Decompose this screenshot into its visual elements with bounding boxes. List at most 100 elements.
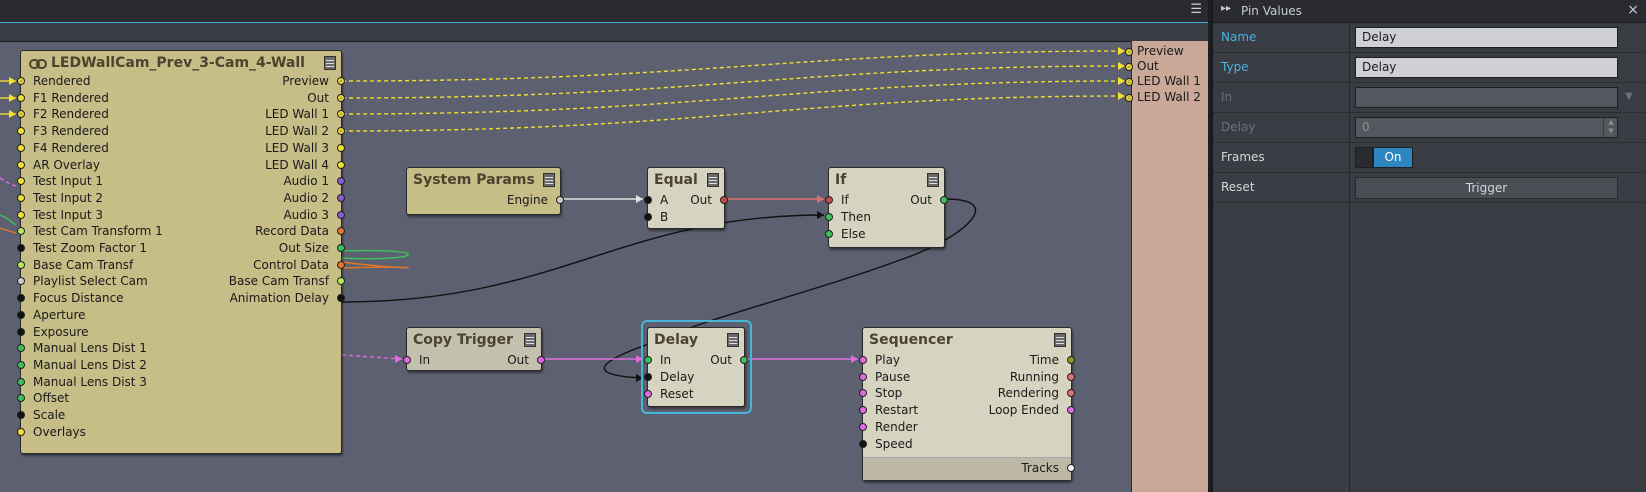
pin-connector[interactable] xyxy=(859,422,867,431)
pin-connector[interactable] xyxy=(337,93,345,102)
pin-connector[interactable] xyxy=(556,196,564,204)
graph-output-pin[interactable]: LED Wall 2 xyxy=(1125,90,1201,104)
pin-input[interactable]: Scale xyxy=(17,407,65,423)
pin-if[interactable]: If xyxy=(825,192,849,208)
pin-connector[interactable] xyxy=(859,439,867,448)
pin-b[interactable]: B xyxy=(644,209,668,225)
node-menu-icon[interactable] xyxy=(524,333,536,347)
pin-connector[interactable] xyxy=(17,310,25,319)
pin-output[interactable]: Out xyxy=(307,90,345,106)
node-copy-trigger[interactable]: Copy Trigger In Out xyxy=(403,327,545,371)
pin-output[interactable]: Out Size xyxy=(279,240,345,256)
node-graph-editor[interactable]: ☰ Preview Out LED Wall 1 LED Wall 2 LEDWall… xyxy=(0,0,1208,492)
pin-connector[interactable] xyxy=(1067,372,1075,381)
pin-input[interactable]: F1 Rendered xyxy=(17,90,109,106)
pin-connector[interactable] xyxy=(337,77,345,85)
pin-output[interactable]: Audio 1 xyxy=(283,173,345,189)
node-if[interactable]: If If Then Else Out xyxy=(825,167,948,248)
pin-input[interactable]: Pause xyxy=(859,369,910,385)
pin-connector[interactable] xyxy=(1125,48,1133,56)
pin-connector[interactable] xyxy=(644,373,652,381)
pin-reset[interactable]: Reset xyxy=(644,386,694,402)
node-ledwallcam[interactable]: LEDWallCam_Prev_3-Cam_4-Wall Rendered F1 … xyxy=(17,50,345,454)
pin-connector[interactable] xyxy=(644,390,652,398)
in-dropdown[interactable] xyxy=(1355,87,1618,108)
pin-connector[interactable] xyxy=(17,360,25,369)
pin-tracks[interactable]: Tracks xyxy=(1021,460,1075,476)
graph-output-pin[interactable]: LED Wall 1 xyxy=(1125,74,1201,88)
pin-output[interactable]: Audio 2 xyxy=(283,190,345,206)
pin-connector[interactable] xyxy=(337,143,345,152)
node-menu-icon[interactable] xyxy=(324,56,336,70)
pin-input[interactable]: AR Overlay xyxy=(17,157,100,173)
pin-input[interactable]: Aperture xyxy=(17,307,86,323)
pin-connector[interactable] xyxy=(337,260,345,269)
type-input[interactable]: Delay xyxy=(1355,57,1618,78)
pin-connector[interactable] xyxy=(17,210,25,219)
pin-input[interactable]: Speed xyxy=(859,436,913,452)
pin-delay[interactable]: Delay xyxy=(644,369,694,385)
pin-input[interactable]: Stop xyxy=(859,385,902,401)
pin-output[interactable]: Audio 3 xyxy=(283,207,345,223)
pin-input[interactable]: Focus Distance xyxy=(17,290,124,306)
pin-connector[interactable] xyxy=(403,356,411,364)
chevron-down-icon[interactable]: ▼ xyxy=(1625,91,1633,102)
pin-output[interactable]: LED Wall 2 xyxy=(265,123,345,139)
pin-connector[interactable] xyxy=(825,196,833,204)
pin-input[interactable]: Test Input 2 xyxy=(17,190,103,206)
pin-connector[interactable] xyxy=(720,196,728,204)
pin-output[interactable]: LED Wall 1 xyxy=(265,106,345,122)
pin-connector[interactable] xyxy=(859,356,867,364)
pin-out[interactable]: Out xyxy=(507,352,545,368)
graph-output-pin[interactable]: Out xyxy=(1125,59,1159,73)
pin-output[interactable]: Animation Delay xyxy=(230,290,345,306)
graph-output-pin[interactable]: Preview xyxy=(1125,44,1184,58)
pin-connector[interactable] xyxy=(17,93,25,102)
pin-connector[interactable] xyxy=(17,277,25,286)
pin-connector[interactable] xyxy=(1125,78,1133,87)
pin-input[interactable]: F3 Rendered xyxy=(17,123,109,139)
pin-input[interactable]: Play xyxy=(859,352,900,368)
pin-engine[interactable]: Engine xyxy=(507,192,564,208)
pin-input[interactable]: Manual Lens Dist 2 xyxy=(17,357,147,373)
pin-input[interactable]: Test Input 3 xyxy=(17,207,103,223)
pin-connector[interactable] xyxy=(644,196,652,204)
pin-connector[interactable] xyxy=(537,356,545,364)
pin-connector[interactable] xyxy=(859,372,867,381)
pin-input[interactable]: Restart xyxy=(859,402,918,418)
pin-output[interactable]: Preview xyxy=(282,73,345,89)
node-menu-icon[interactable] xyxy=(727,333,739,347)
pin-connector[interactable] xyxy=(17,327,25,336)
pin-connector[interactable] xyxy=(644,356,652,364)
pin-connector[interactable] xyxy=(17,377,25,386)
pin-connector[interactable] xyxy=(17,177,25,186)
pin-out[interactable]: Out xyxy=(910,192,948,208)
pin-output[interactable]: LED Wall 3 xyxy=(265,140,345,156)
pin-connector[interactable] xyxy=(740,356,748,364)
pin-output[interactable]: Control Data xyxy=(253,257,345,273)
pin-connector[interactable] xyxy=(17,344,25,353)
frames-toggle-on[interactable]: On xyxy=(1373,147,1413,168)
pin-output[interactable]: Loop Ended xyxy=(989,402,1075,418)
pin-input[interactable]: Manual Lens Dist 3 xyxy=(17,374,147,390)
pin-connector[interactable] xyxy=(337,193,345,202)
pin-input[interactable]: Manual Lens Dist 1 xyxy=(17,340,147,356)
node-sequencer[interactable]: Sequencer Play Pause Stop Restart Render Spee… xyxy=(859,327,1075,481)
pin-connector[interactable] xyxy=(644,213,652,221)
pin-connector[interactable] xyxy=(337,160,345,169)
pin-input[interactable]: Overlays xyxy=(17,424,86,440)
pin-in[interactable]: In xyxy=(644,352,671,368)
pin-output[interactable]: Time xyxy=(1030,352,1075,368)
pin-connector[interactable] xyxy=(1067,464,1075,472)
pin-connector[interactable] xyxy=(337,210,345,219)
pin-connector[interactable] xyxy=(859,389,867,398)
pin-connector[interactable] xyxy=(17,227,25,236)
node-equal[interactable]: Equal A B Out xyxy=(644,167,728,229)
pin-connector[interactable] xyxy=(17,143,25,152)
pin-connector[interactable] xyxy=(825,213,833,221)
frames-toggle-off[interactable] xyxy=(1355,147,1373,168)
pin-input[interactable]: Test Input 1 xyxy=(17,173,103,189)
node-menu-icon[interactable] xyxy=(927,173,939,187)
node-delay[interactable]: Delay In Delay Reset Out xyxy=(644,327,748,407)
trigger-button[interactable]: Trigger xyxy=(1355,177,1618,199)
